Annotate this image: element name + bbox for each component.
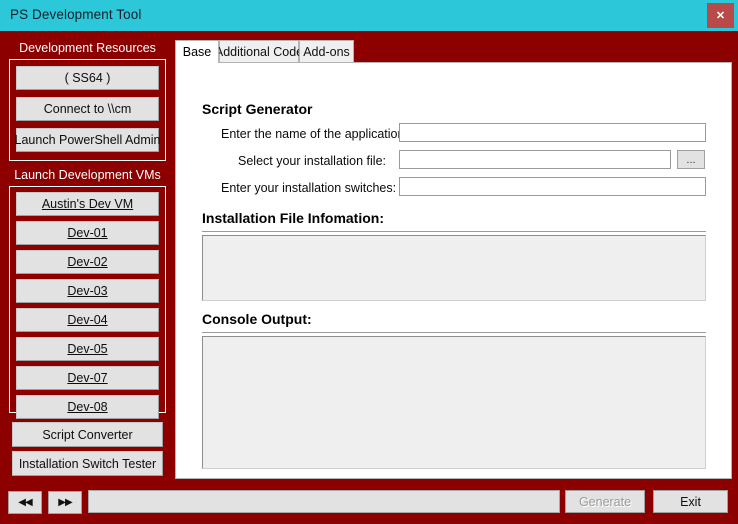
generate-button[interactable]: Generate <box>565 490 645 513</box>
nav-back-icon[interactable]: ◀◀ <box>8 491 42 514</box>
sidebar-button-dev-04[interactable]: Dev-04 <box>16 308 159 332</box>
status-bar[interactable] <box>88 490 560 513</box>
sidebar-button-dev-05[interactable]: Dev-05 <box>16 337 159 361</box>
group-box-launch-development-vms: Austin's Dev VM Dev-01 Dev-02 Dev-03 Dev… <box>9 186 166 419</box>
tab-add-ons[interactable]: Add-ons <box>299 40 354 62</box>
sidebar-button-connect-to-cm[interactable]: Connect to \\cm <box>16 97 159 121</box>
sidebar-button-dev-07[interactable]: Dev-07 <box>16 366 159 390</box>
installation-file-information-textarea[interactable] <box>202 235 706 301</box>
sidebar-button-script-converter[interactable]: Script Converter <box>12 422 163 447</box>
tab-page-base: Script Generator Enter the name of the a… <box>175 62 732 479</box>
sidebar-button-installation-switch-tester[interactable]: Installation Switch Tester <box>12 451 163 476</box>
input-installation-file[interactable] <box>399 150 671 169</box>
nav-forward-icon[interactable]: ▶▶ <box>48 491 82 514</box>
group-box-development-resources: ( SS64 ) Connect to \\cm Launch PowerShe… <box>9 59 166 161</box>
browse-file-button[interactable]: ... <box>677 150 705 169</box>
label-installation-switches: Enter your installation switches: <box>221 181 397 195</box>
sidebar-button-launch-powershell-admin[interactable]: Launch PowerShell Admin <box>15 128 160 152</box>
divider-console-output <box>202 332 706 333</box>
section-title-installation-file-information: Installation File Infomation: <box>202 210 384 226</box>
input-installation-switches[interactable] <box>399 177 706 196</box>
section-title-script-generator: Script Generator <box>202 101 313 117</box>
sidebar-button-dev-08[interactable]: Dev-08 <box>16 395 159 419</box>
group-label-launch-development-vms: Launch Development VMs <box>14 168 161 182</box>
section-title-console-output: Console Output: <box>202 311 312 327</box>
sidebar-button-ss64[interactable]: ( SS64 ) <box>16 66 159 90</box>
console-output-textarea[interactable] <box>202 336 706 469</box>
application-window: PS Development Tool ✕ Development Resour… <box>0 0 738 524</box>
close-icon[interactable]: ✕ <box>707 3 734 28</box>
sidebar-button-dev-01[interactable]: Dev-01 <box>16 221 159 245</box>
exit-button[interactable]: Exit <box>653 490 728 513</box>
main-panel: Base Additional Code Add-ons Script Gene… <box>175 40 732 479</box>
sidebar-button-austins-dev-vm[interactable]: Austin's Dev VM <box>16 192 159 216</box>
sidebar-button-dev-03[interactable]: Dev-03 <box>16 279 159 303</box>
group-label-development-resources: Development Resources <box>19 41 156 55</box>
label-installation-file: Select your installation file: <box>238 154 386 168</box>
divider-installation-file-information <box>202 231 706 232</box>
input-application-name[interactable] <box>399 123 706 142</box>
label-application-name: Enter the name of the application: <box>221 127 408 141</box>
tab-additional-code[interactable]: Additional Code <box>215 40 303 62</box>
title-bar: PS Development Tool ✕ <box>0 0 738 31</box>
sidebar-button-dev-02[interactable]: Dev-02 <box>16 250 159 274</box>
window-title: PS Development Tool <box>10 7 142 22</box>
sidebar: Development Resources ( SS64 ) Connect t… <box>0 31 175 484</box>
tab-base[interactable]: Base <box>175 40 219 63</box>
tab-strip: Base Additional Code Add-ons <box>175 40 732 63</box>
